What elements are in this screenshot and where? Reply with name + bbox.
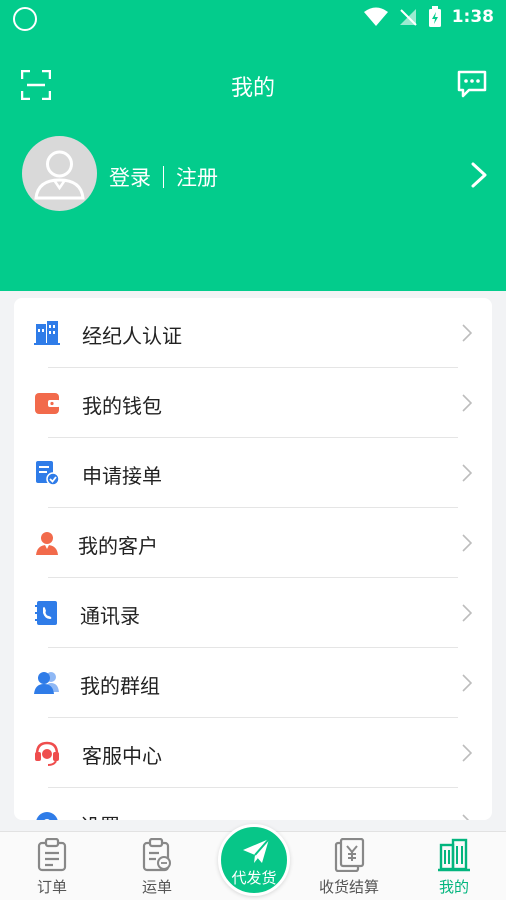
menu-item-settings[interactable]: 设置 [14,788,492,820]
status-bar: 1:38 [0,0,506,34]
user-placeholder-icon [34,150,85,200]
tab-settlement[interactable]: 收货结算 [308,832,390,900]
chevron-right-icon [462,394,472,412]
menu-label: 我的钱包 [82,394,162,418]
chevron-right-icon[interactable] [470,162,488,188]
clipboard-icon [37,838,67,872]
menu-label: 通讯录 [80,604,140,628]
address-book-icon [35,601,57,625]
menu-label: 经纪人认证 [82,324,182,348]
group-icon [34,672,59,694]
wifi-icon [363,7,388,26]
chevron-right-icon [462,744,472,762]
menu-item-my-customers[interactable]: 我的客户 [14,508,492,578]
building-icon [438,838,470,872]
login-link[interactable]: 登录 [109,162,151,192]
tab-orders[interactable]: 订单 [12,832,92,900]
login-register: 登录 注册 [109,162,218,192]
tab-waybill[interactable]: 运单 [117,832,197,900]
menu-label: 设置 [80,810,120,820]
profile-header: 我的 登录 注册 [0,34,506,291]
tab-label: 收货结算 [318,878,379,896]
chevron-right-icon [462,464,472,482]
status-icons: 1:38 [363,6,494,28]
menu-card: 经纪人认证 我的钱包 申请接单 我的客户 通讯录 我的群组 客服中心 [14,298,492,820]
menu-item-contacts[interactable]: 通讯录 [14,578,492,648]
menu-label: 客服中心 [82,744,162,768]
wallet-icon [35,393,60,414]
loading-icon [13,7,37,31]
ship-on-behalf-label: 代发货 [231,869,277,887]
menu-item-apply-orders[interactable]: 申请接单 [14,438,492,508]
avatar[interactable] [22,136,97,211]
tab-label: 订单 [36,878,67,896]
receipt-yen-icon [334,838,365,872]
headset-icon [35,741,59,766]
chevron-right-icon [462,604,472,622]
message-icon[interactable] [457,70,487,98]
menu-item-wallet[interactable]: 我的钱包 [14,368,492,438]
tab-label: 我的 [438,878,469,896]
menu-item-my-groups[interactable]: 我的群组 [14,648,492,718]
tab-mine[interactable]: 我的 [414,832,494,900]
building-badge-icon [34,321,60,345]
clock: 1:38 [451,7,494,27]
battery-charging-icon [428,6,441,27]
register-link[interactable]: 注册 [176,162,218,192]
chevron-right-icon [462,324,472,342]
menu-item-agent-certification[interactable]: 经纪人认证 [14,298,492,368]
waybill-icon [142,838,171,872]
chevron-right-icon [462,814,470,820]
menu-item-customer-service[interactable]: 客服中心 [14,718,492,788]
paper-plane-icon [243,838,270,863]
settings-icon [36,812,58,820]
ship-on-behalf-button[interactable]: 代发货 [218,824,290,896]
chevron-right-icon [462,674,472,692]
page-title: 我的 [230,76,275,101]
document-check-icon [36,461,60,486]
no-signal-icon [399,9,417,26]
divider [163,166,164,188]
chevron-right-icon [462,534,472,552]
tab-label: 运单 [141,878,172,896]
customer-icon [36,532,58,555]
menu-label: 我的群组 [80,674,160,698]
menu-label: 申请接单 [82,464,162,488]
menu-label: 我的客户 [78,534,158,558]
